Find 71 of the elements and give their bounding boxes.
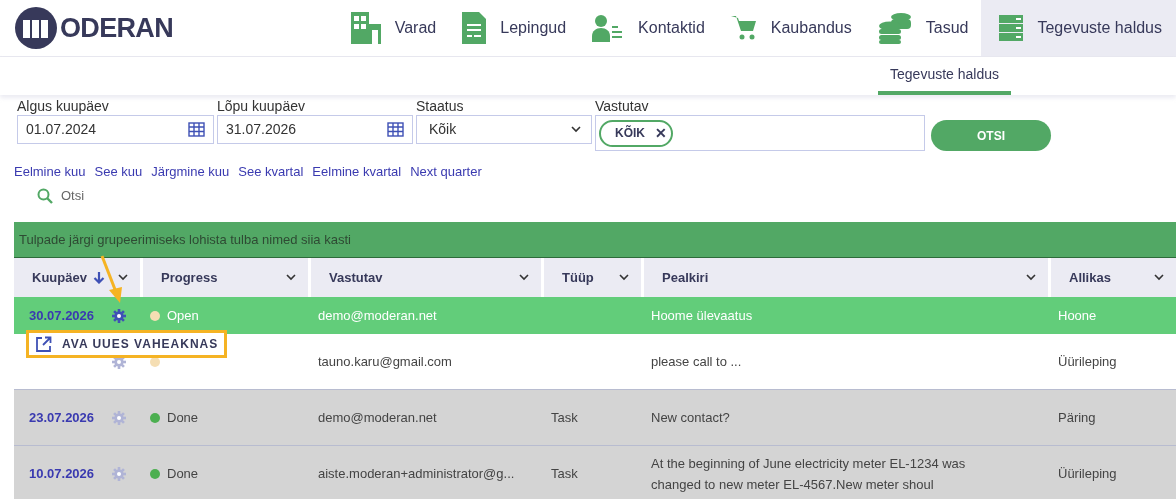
table-cell-text: tauno.karu@gmail.com: [318, 353, 453, 371]
table-cell-text: Hoone: [1058, 307, 1098, 325]
chevron-down-icon[interactable]: [286, 274, 296, 281]
table-cell-text: Done: [167, 408, 199, 427]
table-cell-text: Üürileping: [1058, 353, 1118, 371]
table-cell-text: please call to ...: [651, 353, 743, 371]
coins-icon: [877, 12, 912, 44]
sub-tab[interactable]: Tegevuste haldus: [878, 57, 1011, 95]
search-icon: [37, 188, 53, 204]
building-icon: [350, 12, 381, 44]
date-link[interactable]: 23.07.2026: [29, 407, 95, 428]
date-field[interactable]: 31.07.2026: [217, 115, 413, 144]
document-icon: [462, 12, 487, 44]
quick-link[interactable]: Eelmine kvartal: [312, 162, 402, 182]
group-bar: Tulpade järgi grupeerimiseks lohista tulba nimed siia kasti: [14, 222, 1176, 258]
table-cell-text: Üürileping: [1058, 465, 1118, 483]
table-cell-text: New contact?: [651, 409, 731, 427]
quick-link[interactable]: See kvartal: [238, 162, 304, 182]
field-label: Staatus: [416, 98, 465, 115]
tag-chip[interactable]: KÕIK ✕: [599, 119, 673, 147]
calendar-icon[interactable]: [387, 122, 404, 137]
date-link[interactable]: 10.07.2026: [29, 463, 95, 484]
calendar-icon[interactable]: [188, 122, 205, 137]
table-cell-text: aiste.moderan+administrator@g...: [318, 465, 516, 483]
chevron-down-icon[interactable]: [619, 274, 629, 281]
date-link[interactable]: 30.07.2026: [29, 305, 95, 326]
contact-icon: [592, 14, 625, 42]
table-cell-text: At the beginning of June electricity meter EL-1234 was changed to new meter EL-4567.New meter shoul: [651, 454, 967, 494]
table-cell-text: Done: [167, 464, 199, 483]
quick-link[interactable]: See kuu: [94, 162, 143, 182]
quick-link[interactable]: Eelmine kuu: [14, 162, 86, 182]
nav-item[interactable]: Lepingud: [449, 0, 580, 56]
logo-text: ODERAN: [60, 11, 173, 45]
context-menu[interactable]: AVA UUES VAHEAKNAS: [26, 330, 228, 358]
date-field[interactable]: 01.07.2024: [17, 115, 214, 144]
server-icon: [999, 15, 1024, 41]
table-cell-text: Päring: [1058, 409, 1097, 427]
table-cell-text: Task: [551, 409, 579, 427]
field-label: Vastutav: [595, 98, 650, 115]
table-cell-text: Hoome ülevaatus: [651, 307, 754, 325]
search-link[interactable]: Otsi: [37, 185, 85, 207]
nav-item[interactable]: Tasud: [864, 0, 982, 56]
chevron-down-icon[interactable]: [1154, 274, 1164, 281]
nav-item[interactable]: Kontaktid: [579, 0, 718, 56]
chevron-down-icon[interactable]: [571, 126, 581, 133]
responsible-field[interactable]: KÕIK ✕: [595, 115, 925, 151]
table-row[interactable]: 30.07.2026 Open demo@moderan.net Hoome ülevaatus Hoone: [14, 297, 1176, 334]
quick-link[interactable]: Next quarter: [410, 162, 482, 182]
external-link-icon: [35, 335, 52, 353]
chevron-down-icon[interactable]: [1026, 274, 1036, 281]
quick-link[interactable]: Järgmine kuu: [151, 162, 230, 182]
table-cell-text: demo@moderan.net: [318, 307, 438, 325]
gear-icon[interactable]: [112, 308, 126, 323]
table-row[interactable]: 23.07.2026 Done demo@moderan.net Task New contact? Päring: [14, 389, 1176, 445]
table-cell-text: Open: [167, 306, 199, 325]
table-cell-text: Task: [551, 465, 579, 483]
field-label: Algus kuupäev: [17, 98, 110, 115]
column-header[interactable]: Kuupäev: [14, 258, 140, 297]
nav-item[interactable]: Tegevuste haldus: [981, 0, 1176, 56]
nav-item[interactable]: Varad: [337, 0, 450, 56]
table-cell-text: demo@moderan.net: [318, 409, 438, 427]
logo-mark: [14, 6, 58, 50]
status-dropdown[interactable]: Kõik: [416, 115, 592, 144]
table-row[interactable]: 10.07.2026 Done aiste.moderan+administrator@g... Task At the beginning of June electricity meter EL-1234 was changed to new meter EL-4567.New meter shoul Üürileping: [14, 445, 1176, 499]
nav-item[interactable]: Kaubandus: [717, 0, 865, 56]
remove-icon[interactable]: ✕: [655, 126, 667, 140]
chevron-down-icon[interactable]: [118, 274, 128, 281]
sort-down-icon[interactable]: [92, 271, 105, 284]
cart-icon: [730, 15, 757, 41]
field-label: Lõpu kuupäev: [217, 98, 306, 115]
chevron-down-icon[interactable]: [519, 274, 529, 281]
